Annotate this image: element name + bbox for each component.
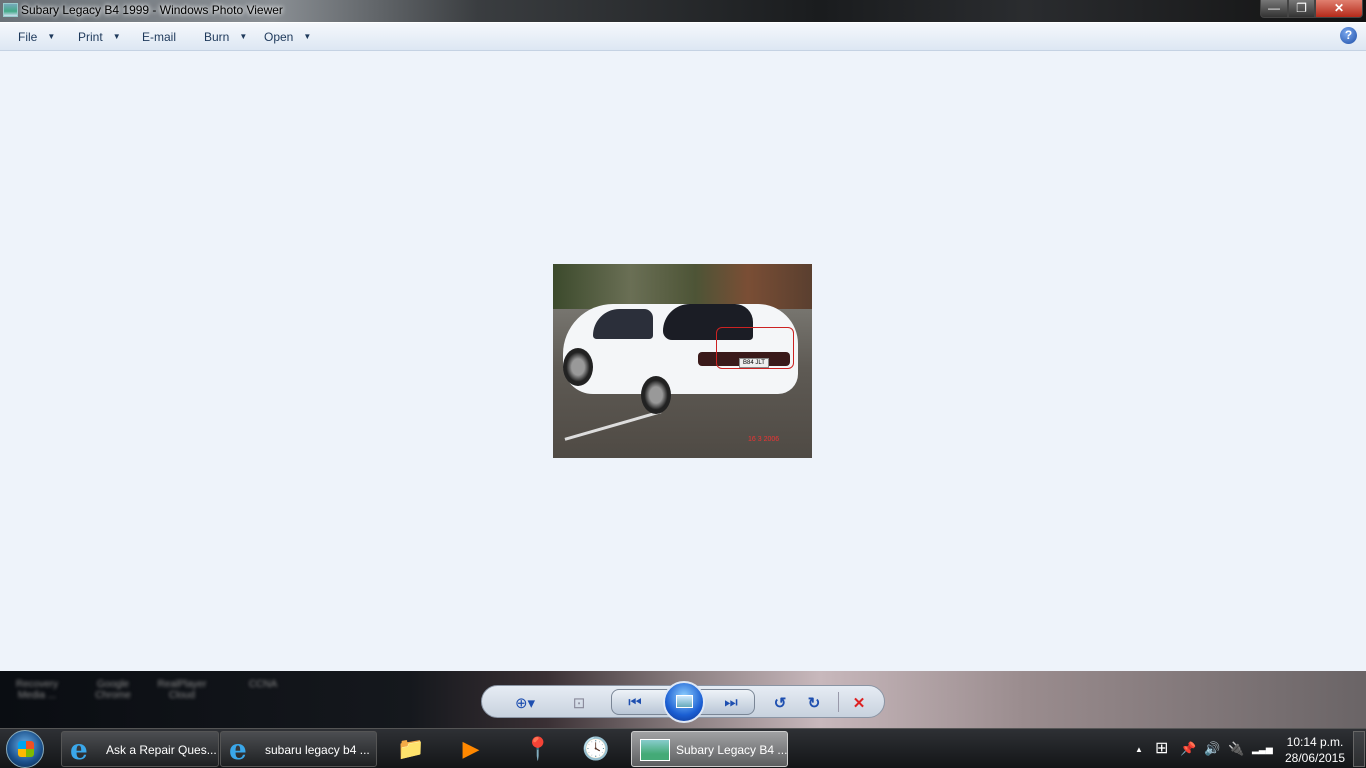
media-player-icon[interactable]: ▶ [455,733,487,765]
pin-tray-icon[interactable]: 📌 [1180,741,1196,757]
rotate-counterclockwise-icon[interactable]: ↺ [769,694,791,712]
taskbar-item-ie-repair[interactable]: e Ask a Repair Ques... [61,731,219,767]
action-center-flag-icon[interactable]: ⊞ [1155,738,1168,758]
window-title: Subary Legacy B4 1999 - Windows Photo Vi… [21,3,283,17]
restore-button[interactable]: ❐ [1288,0,1315,18]
show-desktop-button[interactable] [1353,731,1365,767]
car-photo: B84 JLT 16 3 2006 [553,264,812,458]
volume-icon[interactable]: 🔊 [1204,741,1220,757]
windows-logo-icon [18,741,34,757]
viewer-controls: ⊕▾ ⊡ ⏮ ⏭ ↺ ↻ ✕ [481,681,885,723]
car-wheel [563,348,593,386]
internet-explorer-icon: e [229,733,247,766]
actual-size-icon[interactable]: ⊡ [568,694,590,712]
network-signal-icon[interactable]: ▂▃▅ [1252,744,1273,755]
menu-label: E-mail [142,30,177,44]
menu-email[interactable]: E-mail [142,30,176,44]
desktop-icon[interactable]: CCNA [233,679,293,690]
title-bar: Subary Legacy B4 1999 - Windows Photo Vi… [0,0,1366,22]
internet-explorer-icon: e [70,733,88,766]
previous-icon[interactable]: ⏮ [624,694,646,711]
desktop-icon[interactable]: Google Chrome [83,679,143,701]
chevron-down-icon: ▼ [303,32,312,41]
menu-label: Burn [204,30,230,44]
chevron-down-icon: ▼ [239,32,248,41]
menu-label: Print [78,30,103,44]
photo-trees [553,264,812,309]
close-button[interactable]: ✕ [1315,0,1363,18]
photo-viewer-icon [640,739,670,761]
rotate-clockwise-icon[interactable]: ↻ [803,694,825,712]
taskbar: e Ask a Repair Ques... e subaru legacy b4 … [0,728,1366,768]
clock-date: 28/06/2015 [1284,751,1346,765]
command-bar: File ▼ Print ▼ E-mail Burn ▼ Open ▼ ? [0,22,1366,51]
clock[interactable]: 10:14 p.m. 28/06/2015 [1280,734,1350,766]
show-hidden-icons-arrow[interactable]: ▲ [1135,745,1143,754]
menu-label: File [18,30,38,44]
next-icon[interactable]: ⏭ [720,694,742,711]
menu-label: Open [264,30,294,44]
minimize-button[interactable]: — [1260,0,1288,18]
start-button[interactable] [6,730,44,768]
pushpin-app-icon[interactable]: 📍 [522,733,554,765]
divider [838,692,839,712]
file-explorer-icon[interactable]: 📁 [395,733,427,765]
slideshow-button[interactable] [663,681,705,723]
desktop-icon[interactable]: RealPlayer Cloud [152,679,212,701]
taskbar-item-photo-viewer[interactable]: Subary Legacy B4 ... [631,731,788,767]
menu-open[interactable]: Open ▼ [264,30,311,44]
date-stamp: 16 3 2006 [748,436,780,443]
zoom-icon[interactable]: ⊕▾ [510,694,540,712]
clock-time: 10:14 p.m. [1286,735,1344,749]
chevron-down-icon: ▼ [47,32,56,41]
taskbar-label: subaru legacy b4 ... [265,743,370,757]
clock-app-icon[interactable]: 🕓 [580,733,612,765]
taskbar-item-ie-subaru[interactable]: e subaru legacy b4 ... [220,731,377,767]
desktop-icon[interactable]: Recovery Media ... [7,679,67,701]
delete-icon[interactable]: ✕ [848,694,870,712]
menu-file[interactable]: File ▼ [18,30,55,44]
car-wheel [641,376,671,414]
taskbar-label: Ask a Repair Ques... [106,743,217,757]
power-icon[interactable]: 🔌 [1228,741,1244,757]
slideshow-icon [676,695,693,708]
menu-burn[interactable]: Burn ▼ [204,30,247,44]
menu-print[interactable]: Print ▼ [78,30,121,44]
help-icon[interactable]: ? [1340,27,1357,44]
highlight-annotation [716,327,794,369]
photo-viewer-icon [3,3,18,17]
chevron-down-icon: ▼ [112,32,121,41]
taskbar-label: Subary Legacy B4 ... [676,743,788,757]
